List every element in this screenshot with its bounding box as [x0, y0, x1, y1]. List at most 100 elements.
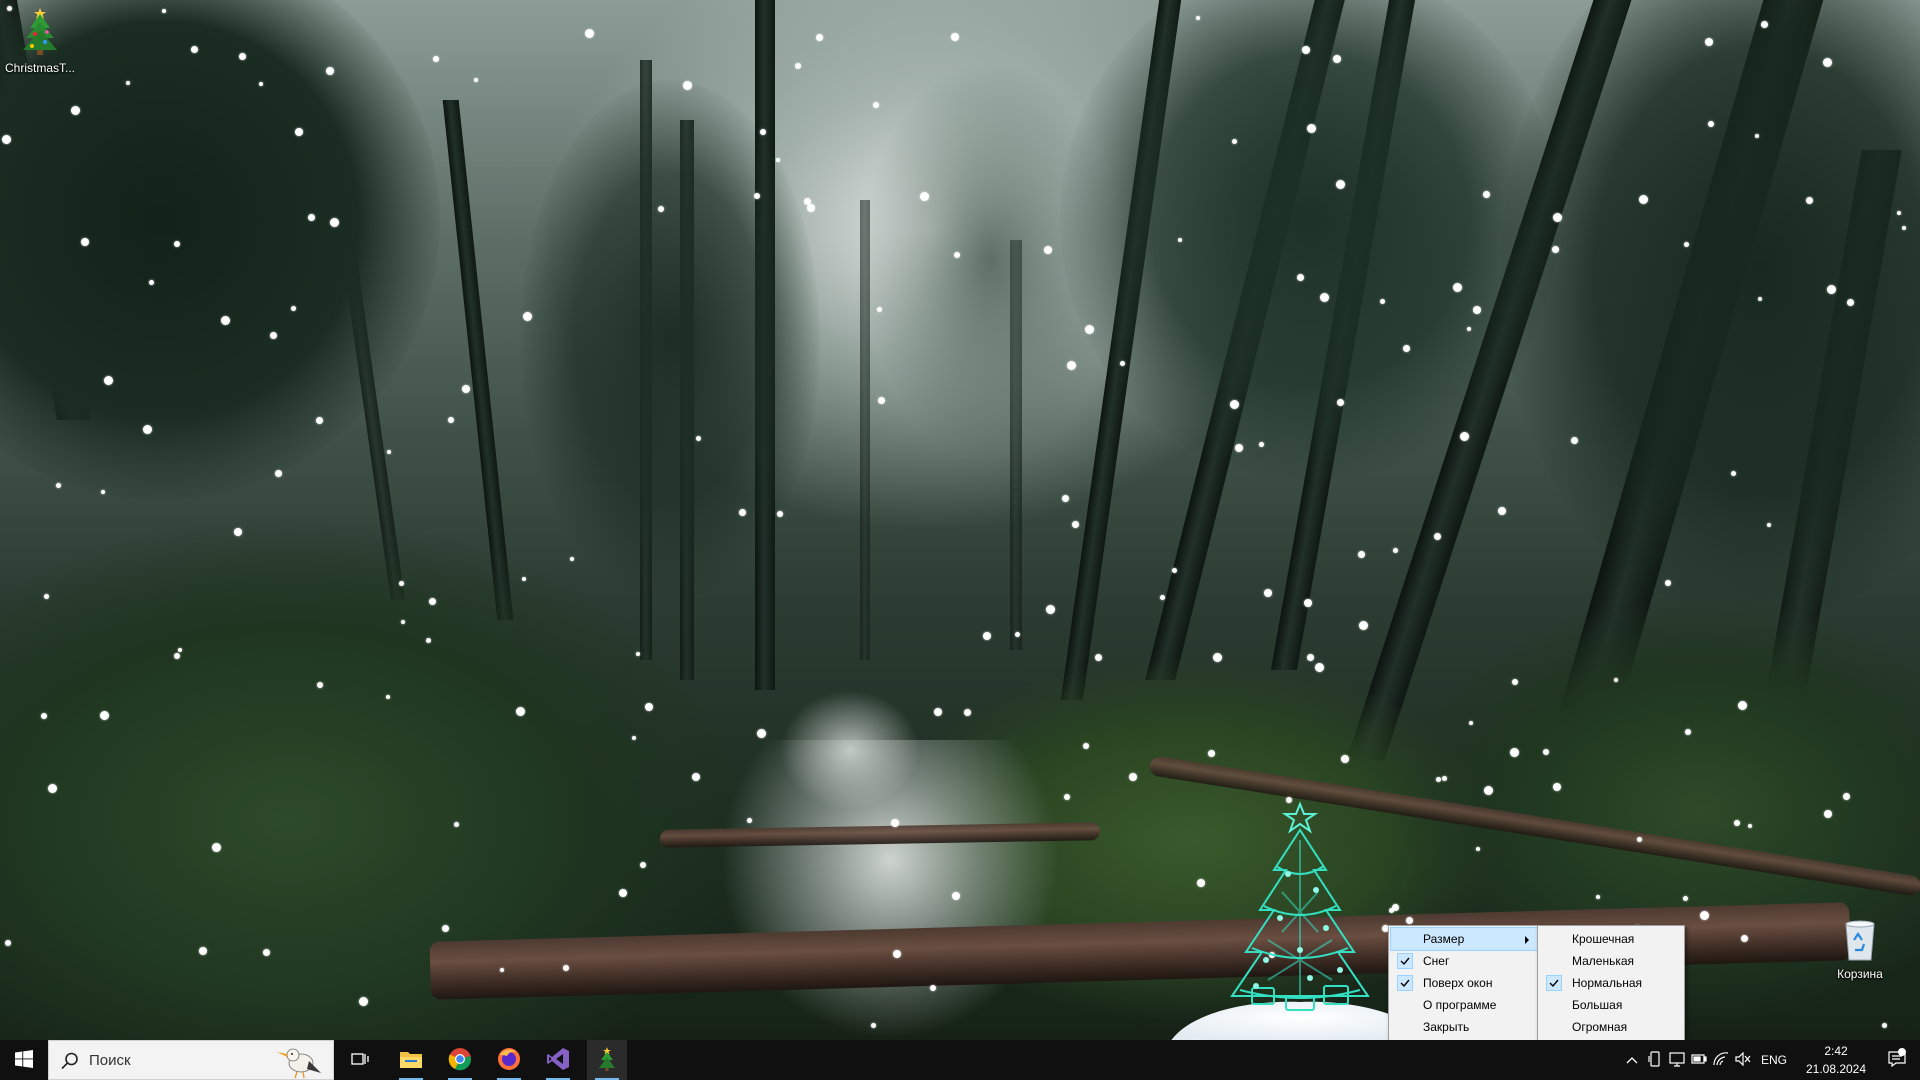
desktop-icon-christmas-tree[interactable]: ChristmasT...	[2, 4, 78, 75]
snowflake	[1403, 345, 1410, 352]
snowflake	[951, 33, 959, 41]
desktop-icon-recycle-bin[interactable]: Корзина	[1822, 916, 1898, 981]
tray-update-icon[interactable]	[1666, 1040, 1688, 1080]
snowflake	[1637, 837, 1642, 842]
snowflake	[1393, 548, 1398, 553]
tray-network[interactable]	[1710, 1040, 1732, 1080]
snowflake	[696, 436, 701, 441]
taskbar-app-chrome[interactable]	[440, 1040, 480, 1080]
snowflake	[1307, 654, 1314, 661]
windows-logo-icon	[15, 1049, 33, 1071]
snowflake	[221, 316, 230, 325]
tree-canopy	[860, 60, 1120, 460]
snowflake	[1543, 749, 1549, 755]
start-button[interactable]	[0, 1040, 48, 1080]
volume-muted-icon	[1735, 1051, 1751, 1069]
snowflake	[1510, 748, 1519, 757]
snowflake	[399, 581, 404, 586]
clock-time: 2:42	[1824, 1044, 1848, 1058]
size-option-small[interactable]: Маленькая	[1540, 950, 1682, 972]
tree-canopy	[1500, 0, 1920, 620]
snowflake	[401, 620, 405, 624]
menu-item-always-on-top[interactable]: Поверх окон	[1391, 972, 1537, 994]
snowflake	[1700, 911, 1709, 920]
wifi-icon	[1713, 1051, 1729, 1069]
snowflake	[983, 632, 991, 640]
snowflake	[760, 129, 766, 135]
snowflake	[1748, 824, 1752, 828]
snowflake	[640, 862, 646, 868]
snowflake	[317, 682, 323, 688]
snowflake	[523, 312, 532, 321]
size-option-tiny[interactable]: Крошечная	[1540, 928, 1682, 950]
snowflake	[1738, 701, 1747, 710]
snowflake	[1484, 786, 1493, 795]
submenu-arrow-icon	[1525, 936, 1529, 944]
chrome-icon	[448, 1047, 472, 1074]
size-option-normal[interactable]: Нормальная	[1540, 972, 1682, 994]
snowflake	[178, 648, 182, 652]
tray-clock[interactable]: 2:42 21.08.2024	[1796, 1040, 1876, 1080]
snowflake	[100, 711, 109, 720]
task-view-button[interactable]	[340, 1040, 380, 1080]
taskbar-app-firefox[interactable]	[489, 1040, 529, 1080]
menu-item-snow[interactable]: Снег	[1391, 950, 1537, 972]
snowflake	[291, 306, 296, 311]
snowflake	[1196, 16, 1200, 20]
snowflake	[1213, 653, 1222, 662]
tray-battery[interactable]	[1688, 1040, 1710, 1080]
snowflake	[41, 713, 47, 719]
snowflake	[1062, 495, 1069, 502]
snowflake	[1498, 507, 1506, 515]
snowflake	[1823, 58, 1832, 67]
tray-language[interactable]: ENG	[1756, 1040, 1792, 1080]
snowflake	[1684, 242, 1689, 247]
size-option-large[interactable]: Большая	[1540, 994, 1682, 1016]
snowflake	[2, 135, 11, 144]
snowflake	[429, 598, 436, 605]
snowflake	[1467, 327, 1471, 331]
menu-item-about[interactable]: О программе	[1391, 994, 1537, 1016]
snowflake	[952, 892, 960, 900]
snowflake	[1235, 444, 1243, 452]
snowflake	[1358, 551, 1365, 558]
snowflake	[1843, 793, 1850, 800]
snowflake	[1731, 471, 1736, 476]
folder-icon	[399, 1049, 423, 1072]
snowflake	[1067, 361, 1076, 370]
tray-volume[interactable]	[1732, 1040, 1754, 1080]
tray-show-hidden-icons[interactable]	[1620, 1040, 1644, 1080]
tray-device-icon[interactable]	[1644, 1040, 1666, 1080]
taskbar-app-christmas-tree[interactable]	[587, 1040, 627, 1080]
snowflake	[1337, 399, 1344, 406]
menu-item-label: Огромная	[1572, 1020, 1628, 1034]
snowflake	[1302, 46, 1310, 54]
menu-item-size[interactable]: Размер	[1390, 927, 1538, 951]
language-indicator: ENG	[1760, 1053, 1787, 1067]
menu-item-label: Большая	[1572, 998, 1623, 1012]
snowflake	[873, 102, 879, 108]
desktop-wallpaper: ChristmasT... Корзина Размер Снег Поверх…	[0, 0, 1920, 1040]
snowflake	[585, 29, 594, 38]
snowflake	[239, 53, 246, 60]
snowflake	[234, 528, 242, 536]
snowflake	[126, 81, 130, 85]
snowflake	[1120, 361, 1125, 366]
taskbar-search-box[interactable]: Поиск	[48, 1040, 334, 1080]
snowflake	[263, 949, 270, 956]
menu-item-close[interactable]: Закрыть	[1391, 1016, 1537, 1038]
taskbar-app-visual-studio[interactable]	[538, 1040, 578, 1080]
taskbar-app-file-explorer[interactable]	[391, 1040, 431, 1080]
notification-center-button[interactable]	[1874, 1040, 1920, 1080]
snowflake	[891, 819, 899, 827]
snowflake	[101, 490, 105, 494]
snowflake	[386, 695, 390, 699]
snowflake	[1232, 139, 1237, 144]
snowflake	[807, 204, 815, 212]
size-option-huge[interactable]: Огромная	[1540, 1016, 1682, 1038]
snowflake	[1333, 55, 1341, 63]
snowflake	[1336, 180, 1345, 189]
snowflake	[920, 192, 929, 201]
snowflake	[1083, 743, 1089, 749]
snowflake	[56, 483, 61, 488]
